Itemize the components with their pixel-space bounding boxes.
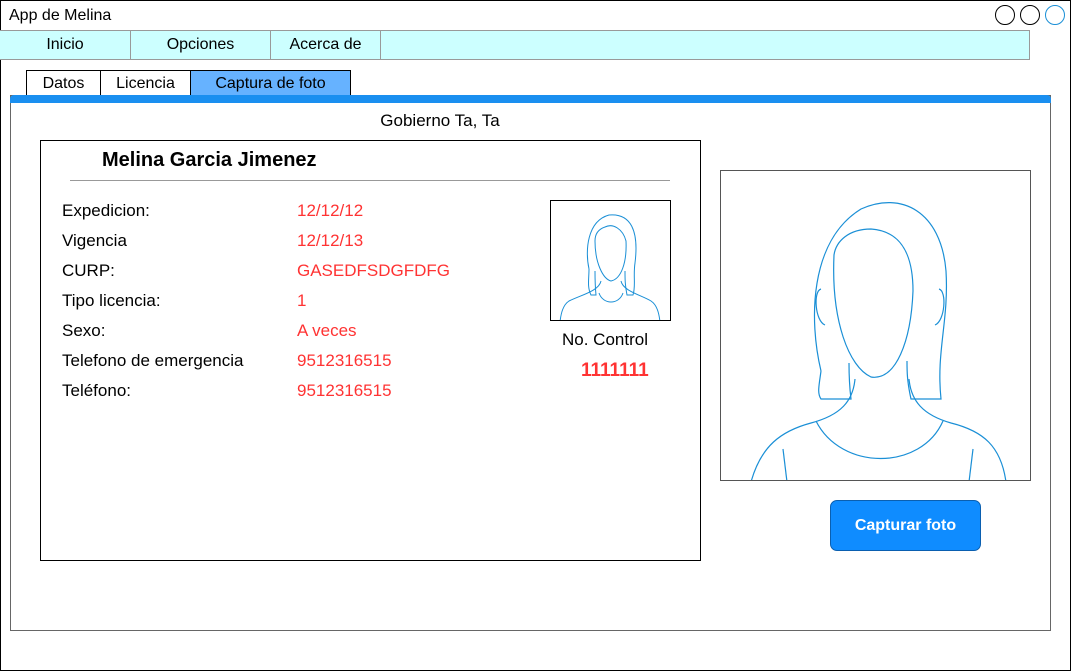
holder-name: Melina Garcia Jimenez bbox=[102, 149, 317, 171]
card-divider bbox=[70, 180, 670, 181]
field-value-telefono-emergencia: 9512316515 bbox=[297, 351, 392, 370]
field-label-tipo-licencia: Tipo licencia: bbox=[62, 291, 161, 310]
field-label-curp: CURP: bbox=[62, 261, 115, 280]
field-label-vigencia: Vigencia bbox=[62, 231, 127, 250]
minimize-button[interactable] bbox=[995, 5, 1015, 25]
field-value-expedicion: 12/12/12 bbox=[297, 201, 364, 220]
organization-title: Gobierno Ta, Ta bbox=[380, 111, 500, 130]
tab-datos[interactable]: Datos bbox=[26, 70, 101, 96]
control-number-value: 1111111 bbox=[581, 360, 649, 381]
field-label-sexo: Sexo: bbox=[62, 321, 106, 340]
field-label-telefono-emergencia: Telefono de emergencia bbox=[62, 351, 244, 370]
menu-item-opciones[interactable]: Opciones bbox=[131, 31, 271, 59]
tab-captura-de-foto[interactable]: Captura de foto bbox=[190, 70, 351, 96]
field-value-telefono: 9512316515 bbox=[297, 381, 392, 400]
tab-licencia[interactable]: Licencia bbox=[100, 70, 191, 96]
field-value-vigencia: 12/12/13 bbox=[297, 231, 364, 250]
field-label-telefono: Teléfono: bbox=[62, 381, 131, 400]
window-title: App de Melina bbox=[9, 7, 112, 24]
close-button[interactable] bbox=[1045, 5, 1065, 25]
person-portrait-icon bbox=[751, 202, 1007, 480]
menu-item-inicio[interactable]: Inicio bbox=[0, 31, 131, 59]
person-portrait-icon bbox=[559, 214, 661, 320]
menu-item-acerca-de[interactable]: Acerca de bbox=[271, 31, 381, 59]
control-number-label: No. Control bbox=[562, 330, 648, 349]
card-photo bbox=[550, 200, 671, 321]
field-value-sexo: A veces bbox=[297, 321, 357, 340]
captured-photo-preview bbox=[720, 170, 1031, 481]
field-value-curp: GASEDFSDGFDFG bbox=[297, 261, 451, 280]
menu-bar: Inicio Opciones Acerca de bbox=[0, 30, 1030, 60]
field-label-expedicion: Expedicion: bbox=[62, 201, 150, 220]
field-value-tipo-licencia: 1 bbox=[297, 291, 307, 310]
tab-panel-accent-bar bbox=[10, 95, 1051, 103]
maximize-button[interactable] bbox=[1020, 5, 1040, 25]
capture-photo-button[interactable]: Capturar foto bbox=[830, 500, 981, 551]
